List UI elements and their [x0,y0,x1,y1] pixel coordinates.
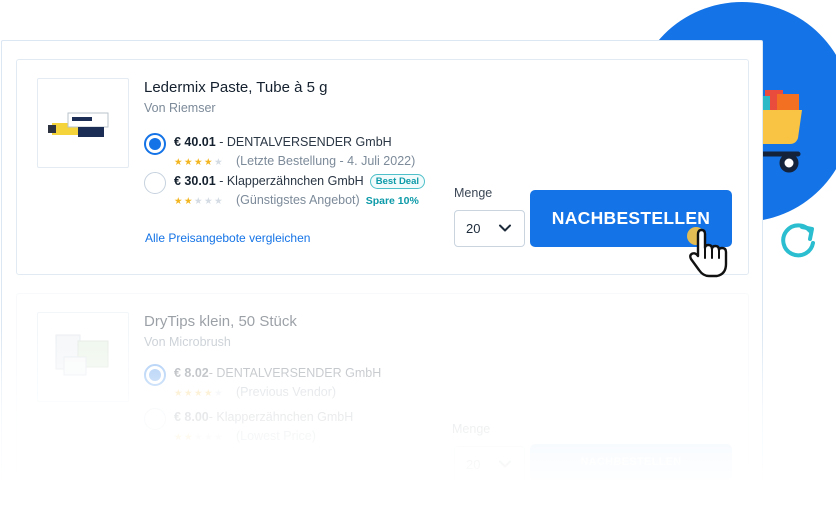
rating-stars: ★★★★★ [174,432,225,443]
rating-stars: ★★★★★ [174,157,225,168]
product-manufacturer: Von Microbrush [144,335,231,349]
compare-offers-link[interactable]: Alle Preisangebote vergleichen [145,485,310,499]
offer-price: € 8.00 [174,410,209,424]
quantity-select[interactable]: 20 [454,446,525,483]
offer-price: € 30.01 [174,174,216,188]
offer-radio[interactable] [144,133,166,155]
quantity-select[interactable]: 20 [454,210,525,247]
product-title: Ledermix Paste, Tube à 5 g [144,79,328,96]
best-deal-badge: Best Deal [369,174,426,189]
offer-price: € 40.01 [174,135,216,149]
product-image [37,312,129,402]
compare-offers-link[interactable]: Alle Preisangebote vergleichen [145,231,310,245]
quantity-value: 20 [466,221,481,236]
reorder-panel: Ledermix Paste, Tube à 5 g Von Riemser €… [1,40,763,531]
offer-price: € 8.02 [174,366,209,380]
quantity-value: 20 [466,457,481,472]
hand-cursor-icon [687,227,728,278]
offer-supplier: DENTALVERSENDER GmbH [216,366,382,380]
product-manufacturer: Von Riemser [144,101,216,115]
offer-note: (Lowest Price) [236,429,316,443]
offer-radio[interactable] [144,364,166,386]
reorder-button[interactable]: NACHBESTELLEN [530,444,732,480]
refresh-icon[interactable] [778,219,820,261]
quantity-label: Menge [454,186,493,200]
product-title: DryTips klein, 50 Stück [144,313,297,330]
offer-supplier: Klapperzähnchen GmbH [226,174,364,188]
product-card: Ledermix Paste, Tube à 5 g Von Riemser €… [16,59,749,275]
rating-stars: ★★★★★ [174,196,225,207]
product-card: DryTips klein, 50 Stück Von Microbrush €… [16,293,749,530]
rating-stars: ★★★★★ [174,388,225,399]
offer-radio[interactable] [144,408,166,430]
offer-supplier: Klapperzähnchen GmbH [216,410,354,424]
chevron-down-icon [499,460,511,468]
product-image [37,78,129,168]
offer-supplier: DENTALVERSENDER GmbH [226,135,392,149]
offer-radio[interactable] [144,172,166,194]
offer-note: (Letzte Bestellung - 4. Juli 2022) [236,154,416,168]
offer-note: (Previous Vendor) [236,385,337,399]
savings-label: Spare 10% [365,195,419,207]
quantity-label: Menge [452,422,491,436]
offer-note: (Günstigstes Angebot) [236,193,360,207]
chevron-down-icon [499,224,511,232]
